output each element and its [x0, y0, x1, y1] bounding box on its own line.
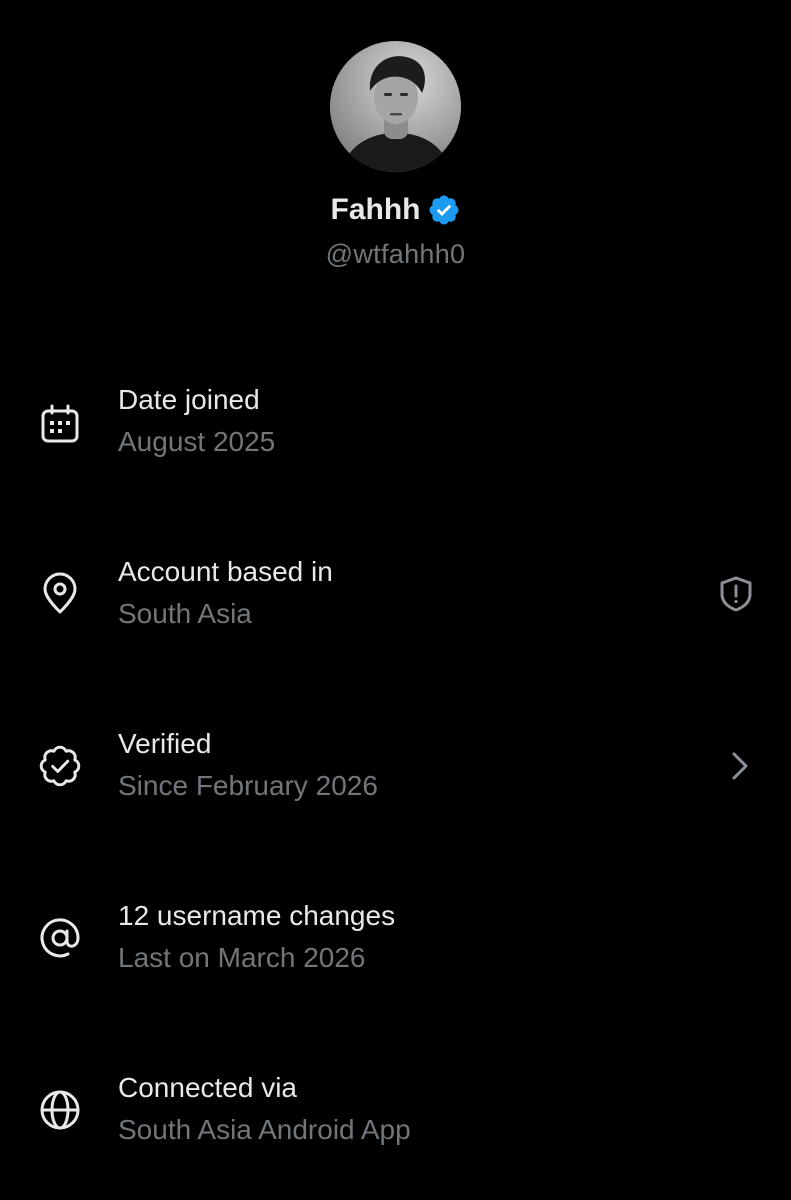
account-location-title: Account based in	[118, 556, 333, 587]
username-handle: @wtfahhh0	[325, 239, 466, 269]
display-name: Fahhh	[330, 193, 421, 226]
calendar-icon	[38, 402, 82, 446]
date-joined-value: August 2025	[118, 426, 276, 457]
avatar-image	[330, 41, 461, 172]
verified-check-icon	[38, 744, 82, 788]
username-changes-title: 12 username changes	[118, 900, 396, 931]
globe-icon	[38, 1088, 82, 1132]
shield-alert-icon[interactable]	[716, 574, 756, 614]
display-name-row: Fahhh	[0, 190, 791, 230]
avatar[interactable]	[330, 41, 461, 172]
username-changes-row: 12 username changes Last on March 2026	[0, 896, 791, 996]
location-pin-icon	[38, 572, 82, 616]
connected-via-row: Connected via South Asia Android App	[0, 1068, 791, 1168]
date-joined-title: Date joined	[118, 384, 260, 415]
verified-row[interactable]: Verified Since February 2026	[0, 724, 791, 824]
at-sign-icon	[38, 916, 82, 960]
date-joined-row: Date joined August 2025	[0, 380, 791, 480]
account-location-value: South Asia	[118, 598, 252, 629]
connected-via-title: Connected via	[118, 1072, 298, 1103]
username-changes-value: Last on March 2026	[118, 942, 366, 973]
account-location-row: Account based in South Asia	[0, 552, 791, 652]
verified-since-value: Since February 2026	[118, 770, 378, 801]
verified-title: Verified	[118, 728, 212, 759]
verified-badge-icon[interactable]	[427, 193, 461, 227]
chevron-right-icon[interactable]	[720, 746, 760, 786]
connected-via-value: South Asia Android App	[118, 1114, 411, 1145]
